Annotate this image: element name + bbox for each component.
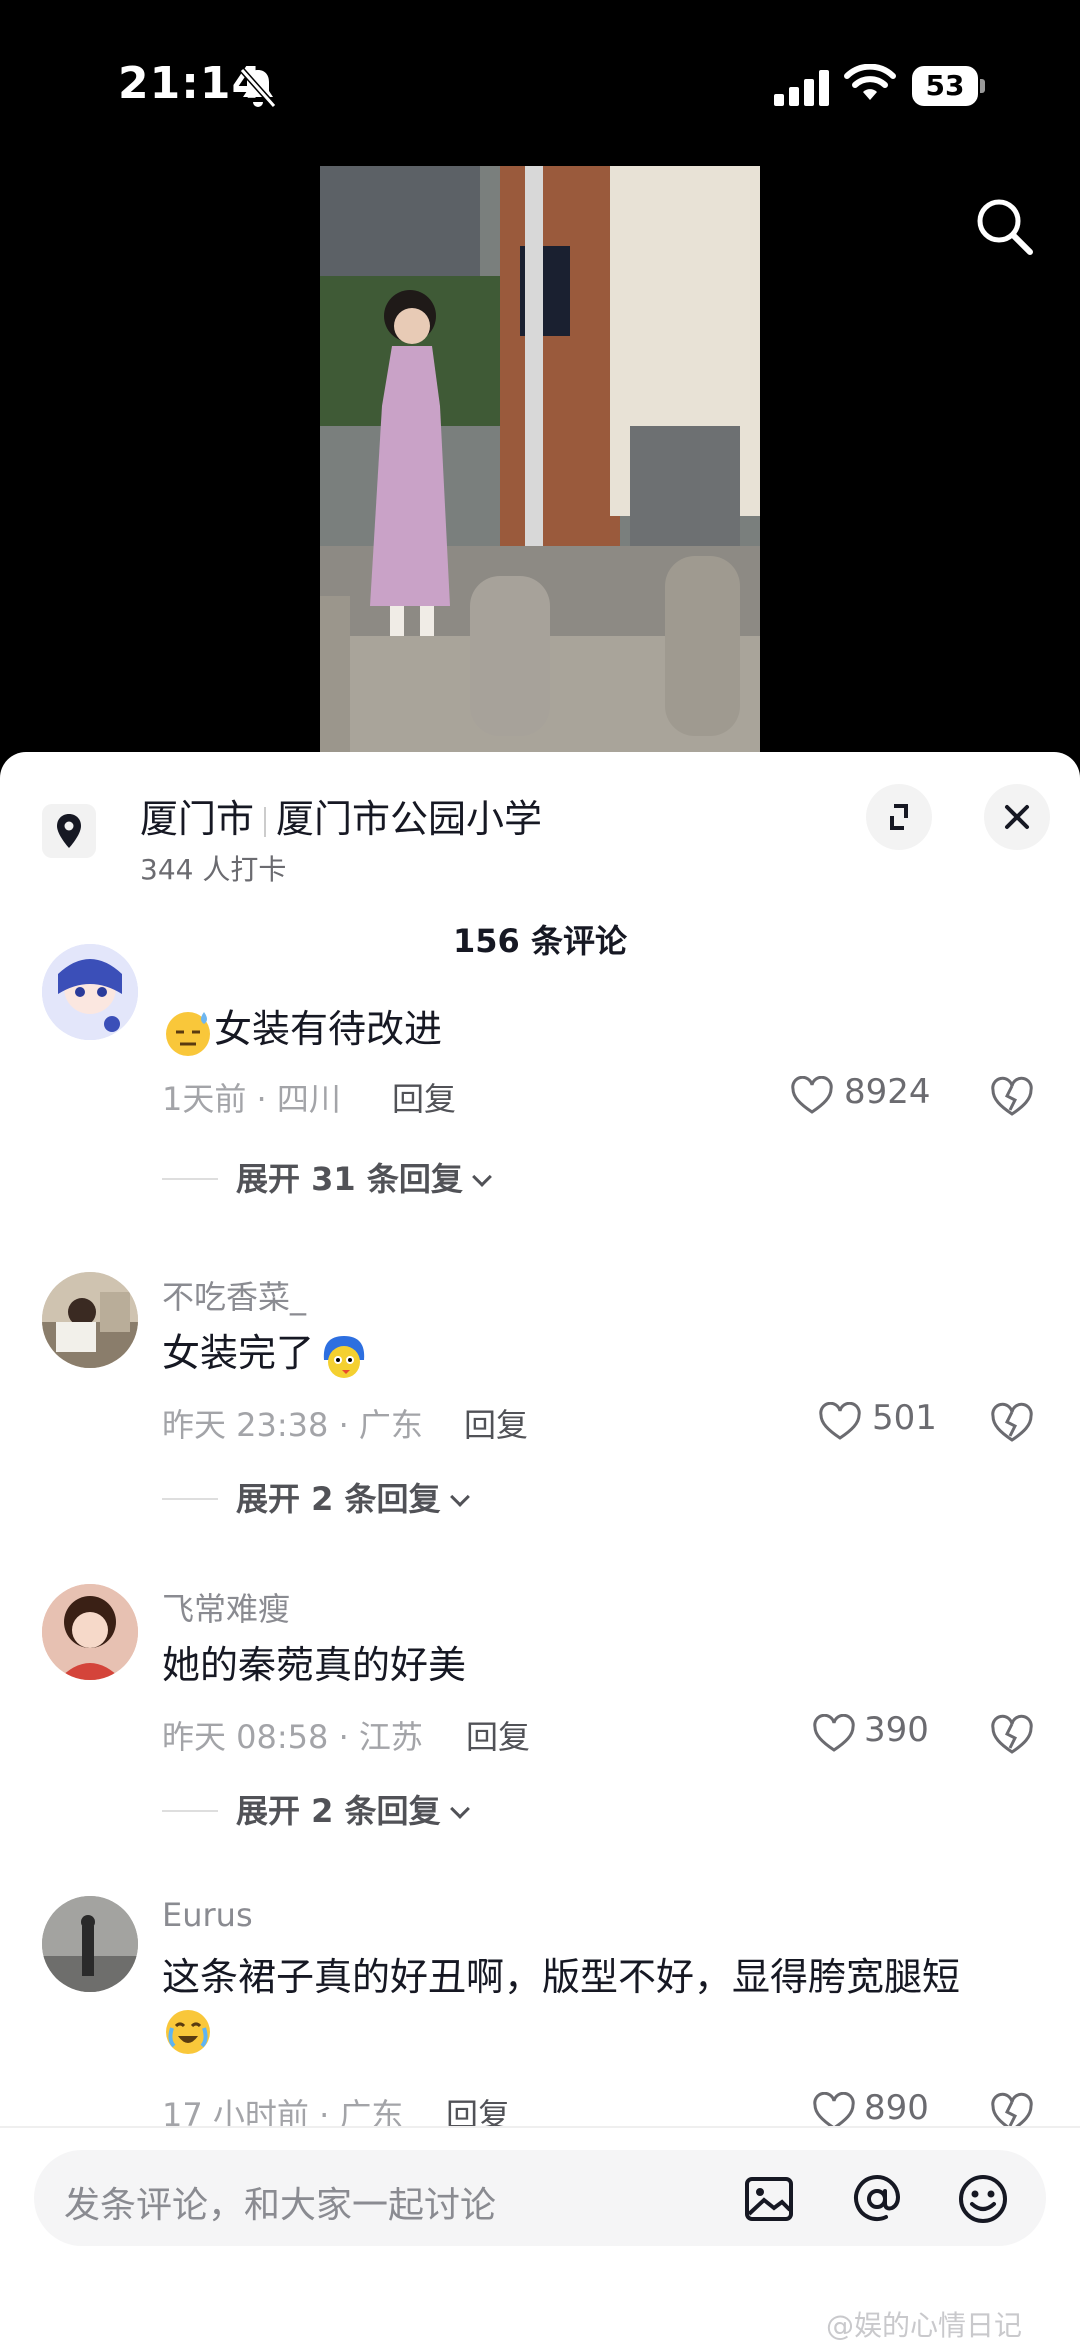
image-icon[interactable] <box>742 2172 796 2226</box>
search-icon[interactable] <box>972 194 1036 258</box>
broken-heart-icon[interactable] <box>990 1714 1034 1756</box>
expand-divider <box>162 1498 218 1500</box>
chevron-down-icon <box>449 1799 470 1819</box>
location-city: 厦门市 <box>140 797 255 841</box>
location-pin-icon <box>42 804 96 858</box>
sweat-face-emoji-icon <box>166 1011 210 1056</box>
expand-divider <box>162 1810 218 1812</box>
close-button[interactable] <box>984 784 1050 850</box>
video-player[interactable] <box>320 166 760 758</box>
expand-button[interactable] <box>866 784 932 850</box>
heart-icon[interactable] <box>790 1076 834 1116</box>
comment-time: 昨天 08:58 · 江苏 <box>162 1718 423 1756</box>
comment-text: 她的秦菀真的好美 <box>162 1643 467 1687</box>
like-count: 390 <box>864 1710 929 1750</box>
expand-replies-button[interactable]: 展开 31 条回复 <box>236 1154 492 1200</box>
video-frame-image <box>320 166 760 758</box>
reply-button[interactable]: 回复 <box>392 1074 456 1120</box>
comment-input-placeholder: 发条评论，和大家一起讨论 <box>64 2185 497 2226</box>
location-checkins: 344 人打卡 <box>140 853 287 886</box>
signal-icon <box>774 70 829 106</box>
close-icon <box>1005 805 1029 829</box>
comment-count: 156 条评论 <box>453 922 627 960</box>
emoji-icon[interactable] <box>956 2172 1010 2226</box>
location-title[interactable]: 厦门市 厦门市公园小学 <box>140 788 542 843</box>
comment-input[interactable]: 发条评论，和大家一起讨论 <box>34 2150 1046 2246</box>
broken-heart-icon[interactable] <box>990 1402 1034 1444</box>
at-icon[interactable] <box>850 2172 904 2226</box>
comment-sheet: 厦门市 厦门市公园小学 344 人打卡 156 条评论 女装有待改进 1天前 ·… <box>0 752 1080 2348</box>
broken-heart-icon[interactable] <box>990 1076 1034 1118</box>
expand-replies-button[interactable]: 展开 2 条回复 <box>236 1474 470 1520</box>
battery-indicator: 53 <box>912 66 986 106</box>
reply-button[interactable]: 回复 <box>466 1712 530 1758</box>
comment-username[interactable]: 飞常难瘦 <box>162 1584 290 1630</box>
comment-text: 女装完了 <box>162 1322 370 1382</box>
like-count: 890 <box>864 2088 929 2128</box>
avatar[interactable] <box>42 1896 138 1992</box>
comment-text: 女装有待改进 <box>162 998 442 1058</box>
comment-username[interactable]: 不吃香菜_ <box>162 1272 306 1318</box>
expand-icon <box>890 804 908 830</box>
comment-time: 昨天 23:38 · 广东 <box>162 1406 423 1444</box>
expand-replies-button[interactable]: 展开 2 条回复 <box>236 1786 470 1832</box>
expand-divider <box>162 1178 218 1180</box>
avatar[interactable] <box>42 944 138 1040</box>
avatar[interactable] <box>42 1272 138 1368</box>
wifi-icon <box>844 64 896 100</box>
battery-level: 53 <box>912 66 978 106</box>
bell-muted-icon <box>239 68 277 108</box>
heart-icon[interactable] <box>812 1714 856 1754</box>
location-place: 厦门市公园小学 <box>276 797 543 841</box>
comment-username[interactable]: Eurus <box>162 1896 253 1934</box>
like-count: 8924 <box>844 1072 931 1112</box>
comment-time: 1天前 · 四川 <box>162 1080 341 1118</box>
heart-icon[interactable] <box>818 1402 862 1442</box>
reply-button[interactable]: 回复 <box>464 1400 528 1446</box>
sticker-emoji-icon <box>323 1335 365 1378</box>
status-bar: 21:14 53 <box>0 0 1080 150</box>
chevron-down-icon <box>471 1167 492 1187</box>
crying-face-emoji-icon <box>166 2010 210 2054</box>
watermark: @娱的心情日记 <box>826 2309 1023 2342</box>
chevron-down-icon <box>449 1487 470 1507</box>
comment-input-bar: 发条评论，和大家一起讨论 @娱的心情日记 <box>0 2126 1080 2348</box>
avatar[interactable] <box>42 1584 138 1680</box>
like-count: 501 <box>872 1398 937 1438</box>
comment-text: 这条裙子真的好丑啊，版型不好，显得胯宽腿短 <box>162 1955 961 1999</box>
